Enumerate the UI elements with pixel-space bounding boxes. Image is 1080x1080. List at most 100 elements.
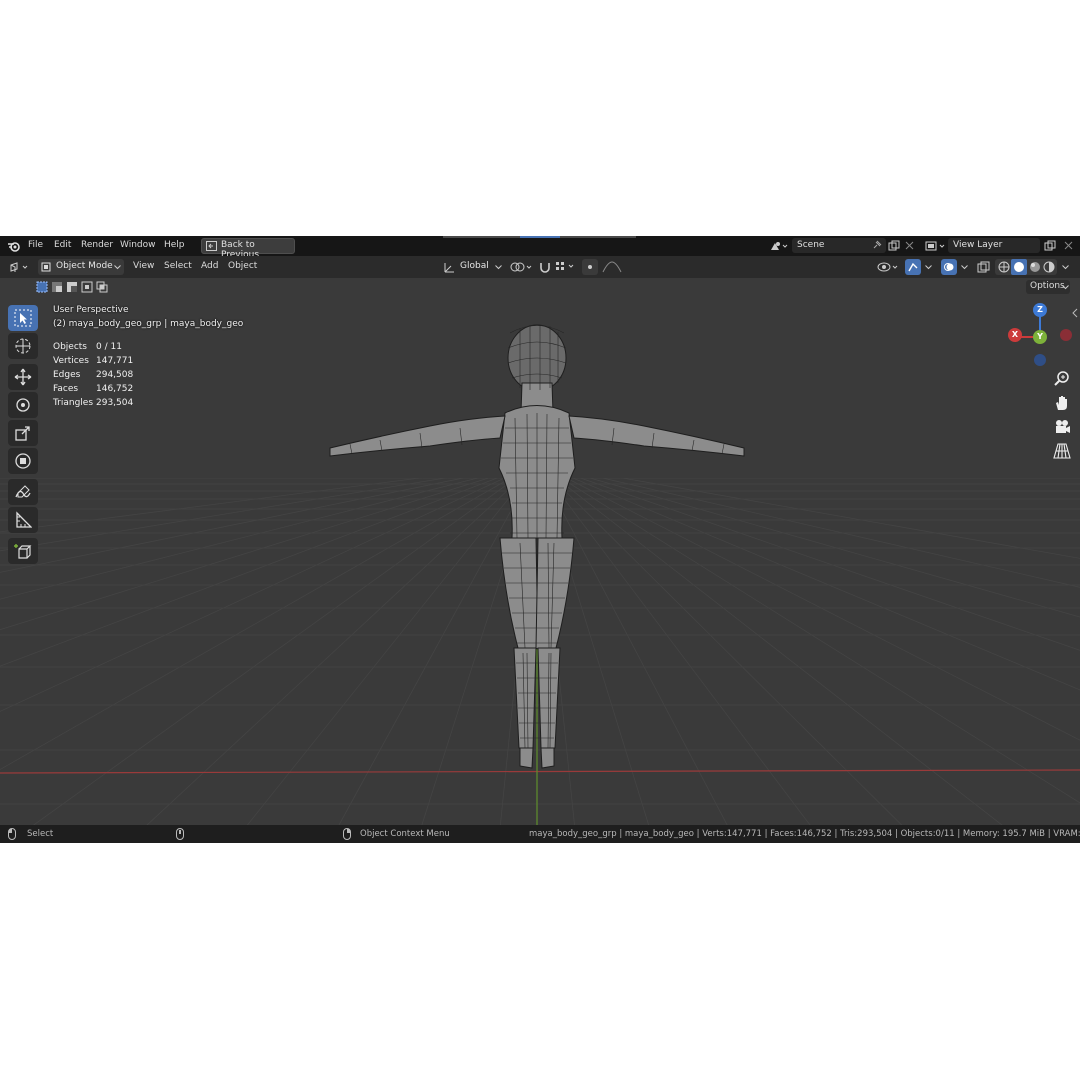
x-axis-line <box>0 769 1080 774</box>
active-object-name: (2) maya_body_geo_grp | maya_body_geo <box>53 319 244 329</box>
back-to-previous-button[interactable]: Back to Previous <box>201 238 295 260</box>
move-icon <box>14 368 32 386</box>
orientation-icon <box>444 263 454 273</box>
mode-selector[interactable]: Object Mode <box>38 259 124 275</box>
transform-orientation-selector[interactable]: Global <box>442 259 504 275</box>
new-scene-icon[interactable] <box>888 240 900 252</box>
blender-logo-icon[interactable] <box>7 240 21 252</box>
solid-shading-button[interactable] <box>1011 259 1027 275</box>
menu-view[interactable]: View <box>133 261 154 271</box>
shading-mode-group <box>995 259 1057 275</box>
back-icon <box>206 241 217 251</box>
measure-tool[interactable] <box>8 507 38 533</box>
proportional-editing-icon <box>588 265 592 269</box>
chevron-down-icon[interactable] <box>1062 265 1069 270</box>
annotate-tool[interactable] <box>8 479 38 505</box>
menu-add[interactable]: Add <box>201 261 218 271</box>
left-mouse-icon <box>8 828 16 840</box>
menu-render[interactable]: Render <box>81 240 113 250</box>
gizmo-icon <box>908 262 918 272</box>
status-context-menu: Object Context Menu <box>360 829 450 839</box>
chevron-down-icon[interactable] <box>925 265 932 270</box>
3d-viewport[interactable]: User Perspective (2) maya_body_geo_grp |… <box>0 278 1080 825</box>
annotate-pencil-icon <box>15 485 31 498</box>
select-subtract-icon[interactable] <box>66 281 78 293</box>
status-bar: Select Object Context Menu maya_body_geo… <box>0 825 1080 843</box>
options-button[interactable]: Options <box>1026 280 1070 294</box>
menu-object[interactable]: Object <box>228 261 257 271</box>
cursor-tool[interactable] <box>8 333 38 359</box>
camera-view-button[interactable] <box>1052 417 1076 439</box>
scene-field[interactable]: Scene <box>792 238 886 253</box>
zoom-button[interactable] <box>1052 369 1076 391</box>
menu-window[interactable]: Window <box>120 240 156 250</box>
chevron-down-icon <box>114 265 121 270</box>
view-layer-field[interactable]: View Layer <box>948 238 1040 253</box>
workspace-tab-active[interactable] <box>520 236 560 238</box>
chevron-down-icon[interactable] <box>961 265 968 270</box>
stat-value-faces: 146,752 <box>96 384 134 394</box>
gizmo-x-axis[interactable]: X <box>1008 328 1022 342</box>
stat-value-objects: 0 / 11 <box>96 342 122 352</box>
transform-tool[interactable] <box>8 448 38 474</box>
menu-help[interactable]: Help <box>164 240 185 250</box>
gizmo-toggle[interactable] <box>905 259 921 275</box>
select-box-tool[interactable] <box>8 305 38 331</box>
select-extend-icon[interactable] <box>51 281 63 293</box>
delete-scene-icon[interactable] <box>905 241 914 250</box>
xray-icon[interactable] <box>977 261 991 273</box>
gizmo-y-axis[interactable]: Y <box>1033 330 1047 344</box>
new-view-layer-icon[interactable] <box>1044 240 1056 252</box>
menu-file[interactable]: File <box>28 240 43 250</box>
right-mouse-icon <box>343 828 351 840</box>
viewport-header: Object Mode View Select Add Object Globa… <box>0 256 1080 278</box>
camera-icon <box>1056 420 1070 433</box>
wireframe-shading-icon[interactable] <box>998 261 1010 273</box>
stat-label-vertices: Vertices <box>53 356 89 366</box>
select-invert-icon[interactable] <box>81 281 93 293</box>
perspective-toggle-button[interactable] <box>1052 441 1076 463</box>
gizmo-z-axis[interactable]: Z <box>1033 303 1047 317</box>
editor-type-icon[interactable] <box>9 261 31 273</box>
overlays-toggle[interactable] <box>941 259 957 275</box>
zoom-icon <box>1054 371 1069 386</box>
stat-label-objects: Objects <box>53 342 88 352</box>
delete-view-layer-icon[interactable] <box>1064 241 1073 250</box>
move-tool[interactable] <box>8 364 38 390</box>
pan-button[interactable] <box>1052 393 1076 415</box>
view-layer-icon[interactable] <box>925 240 947 252</box>
chevron-down-icon <box>495 265 502 270</box>
pivot-point-icon[interactable] <box>510 261 536 273</box>
snap-icon[interactable] <box>538 260 552 274</box>
select-mode-row <box>36 281 110 293</box>
blender-window: File Edit Render Window Help Back to Pre… <box>0 236 1080 843</box>
scene-name: Scene <box>797 240 825 250</box>
select-intersect-icon[interactable] <box>96 281 108 293</box>
navigation-gizmo[interactable]: Z X Y <box>1000 298 1078 378</box>
view-layer-name: View Layer <box>953 240 1003 250</box>
pin-icon[interactable] <box>872 240 882 250</box>
menu-edit[interactable]: Edit <box>54 240 71 250</box>
select-new-icon[interactable] <box>36 281 48 293</box>
solid-shading-icon <box>1014 262 1024 272</box>
snap-target-icon[interactable] <box>555 261 577 273</box>
stat-value-vertices: 147,771 <box>96 356 134 366</box>
proportional-editing-toggle[interactable] <box>582 259 598 275</box>
floor-grid <box>0 278 1080 825</box>
add-cube-tool[interactable] <box>8 538 38 564</box>
rotate-tool[interactable] <box>8 392 38 418</box>
stat-value-edges: 294,508 <box>96 370 134 380</box>
stat-value-triangles: 293,504 <box>96 398 134 408</box>
view-name: User Perspective <box>53 305 129 315</box>
scale-tool[interactable] <box>8 420 38 446</box>
middle-mouse-icon <box>176 828 184 840</box>
rendered-shading-icon[interactable] <box>1043 261 1055 273</box>
falloff-icon[interactable] <box>602 261 622 273</box>
scene-icon[interactable] <box>769 240 789 252</box>
scale-icon <box>15 426 30 441</box>
visibility-icon[interactable] <box>877 261 901 273</box>
menu-select[interactable]: Select <box>164 261 192 271</box>
status-select: Select <box>27 829 54 839</box>
options-label: Options <box>1030 281 1065 291</box>
material-preview-icon[interactable] <box>1029 261 1041 273</box>
